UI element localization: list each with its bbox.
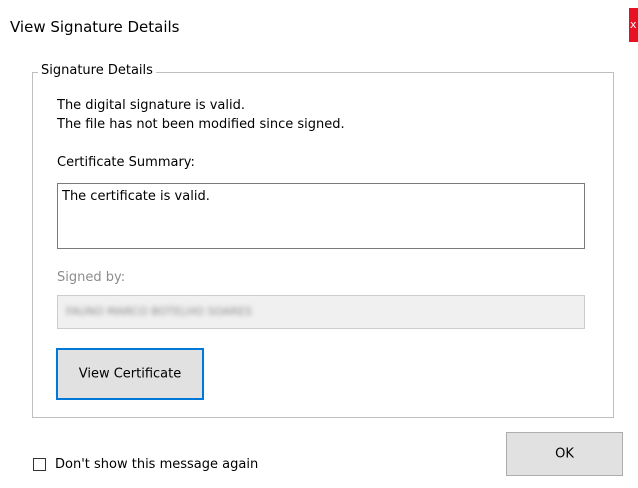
ok-button[interactable]: OK: [506, 432, 623, 476]
title-bar[interactable]: View Signature Details x: [0, 0, 638, 50]
dont-show-again-row[interactable]: Don't show this message again: [33, 455, 258, 473]
signed-by-field: FAUNO MARCO BOTELHO SOARES: [57, 295, 585, 329]
certificate-summary-field[interactable]: The certificate is valid.: [57, 183, 585, 249]
window-title: View Signature Details: [10, 18, 180, 36]
signature-details-dialog: View Signature Details x Signature Detai…: [0, 0, 638, 488]
certificate-summary-value: The certificate is valid.: [62, 189, 210, 204]
ok-label: OK: [555, 446, 574, 462]
view-certificate-label: View Certificate: [78, 366, 182, 382]
certificate-summary-label: Certificate Summary:: [57, 155, 195, 170]
dont-show-again-label[interactable]: Don't show this message again: [55, 457, 258, 472]
group-legend: Signature Details: [38, 63, 156, 78]
view-certificate-button[interactable]: View Certificate: [56, 348, 204, 400]
dont-show-again-checkbox[interactable]: [33, 457, 46, 471]
close-button[interactable]: x: [629, 8, 638, 42]
file-unmodified-text: The file has not been modified since sig…: [57, 117, 345, 132]
signed-by-value: FAUNO MARCO BOTELHO SOARES: [66, 305, 253, 318]
signature-valid-text: The digital signature is valid.: [57, 98, 245, 113]
close-icon: x: [630, 18, 637, 31]
signed-by-label: Signed by:: [57, 270, 126, 285]
